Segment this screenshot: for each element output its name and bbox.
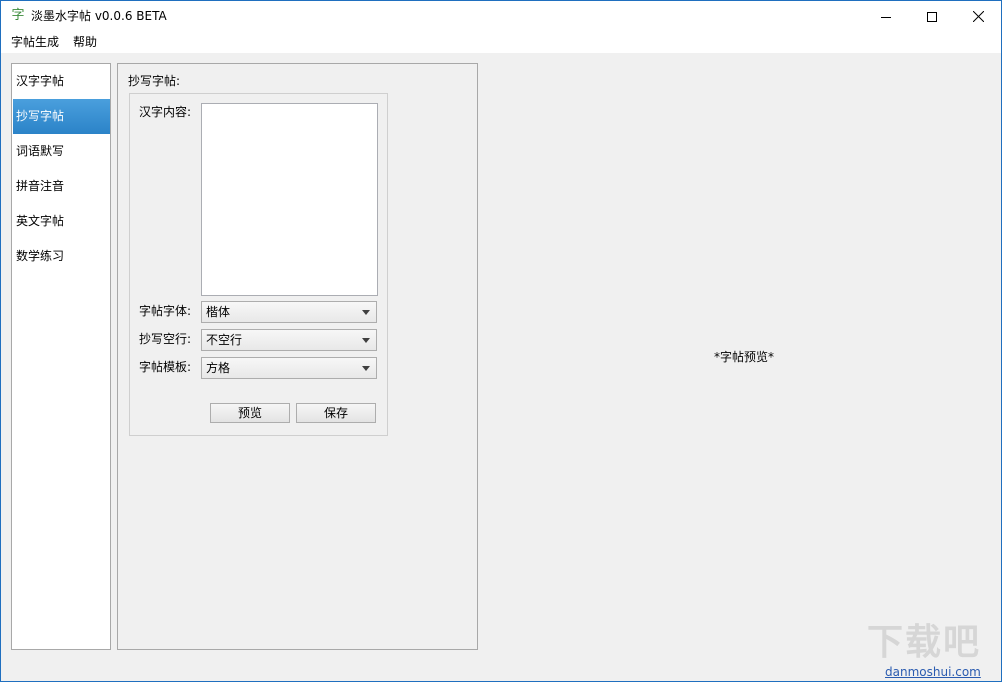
content-textarea[interactable] (201, 103, 378, 296)
chevron-down-icon (362, 310, 370, 315)
font-select[interactable]: 楷体 (201, 301, 377, 323)
sidebar-item-hanzi[interactable]: 汉字字帖 (13, 64, 110, 99)
watermark-glyphs: 下载吧 (867, 622, 982, 663)
title-bar[interactable]: 字 淡墨水字帖 v0.0.6 BETA (1, 1, 1001, 32)
panel-title: 抄写字帖: (128, 74, 181, 88)
maximize-icon (927, 11, 937, 22)
app-icon: 字 (11, 8, 25, 23)
watermark-url: danmoshui.com (885, 665, 981, 679)
blank-line-select[interactable]: 不空行 (201, 329, 377, 351)
window-title: 淡墨水字帖 v0.0.6 BETA (31, 9, 167, 23)
maximize-button[interactable] (909, 1, 955, 32)
save-button[interactable]: 保存 (296, 403, 376, 423)
blank-line-label: 抄写空行: (139, 332, 192, 346)
watermark-logo: 下载吧 danmoshui.com (863, 623, 1001, 681)
template-select-value: 方格 (206, 361, 231, 375)
sidebar-item-pinyin[interactable]: 拼音注音 (13, 169, 110, 204)
sidebar-item-math[interactable]: 数学练习 (13, 239, 110, 274)
minimize-button[interactable] (863, 1, 909, 32)
menu-bar: 字帖生成 帮助 (1, 32, 1001, 53)
chevron-down-icon (362, 338, 370, 343)
sidebar-item-dictation[interactable]: 词语默写 (13, 134, 110, 169)
menu-help[interactable]: 帮助 (73, 35, 97, 50)
app-window: 字 淡墨水字帖 v0.0.6 BETA 字帖生成 帮助 汉字字帖 抄写字帖 词语… (0, 0, 1002, 682)
template-label: 字帖模板: (139, 360, 192, 374)
menu-generate[interactable]: 字帖生成 (11, 35, 59, 50)
settings-panel: 抄写字帖: 汉字内容: 字帖字体: 楷体 抄写空行: 不空行 字帖模板: 方格 … (117, 63, 478, 650)
preview-button[interactable]: 预览 (210, 403, 290, 423)
preview-placeholder: *字帖预览* (714, 350, 775, 364)
content-label: 汉字内容: (139, 105, 192, 119)
minimize-icon (881, 16, 891, 18)
sidebar: 汉字字帖 抄写字帖 词语默写 拼音注音 英文字帖 数学练习 (11, 63, 111, 650)
font-select-value: 楷体 (206, 305, 231, 319)
template-select[interactable]: 方格 (201, 357, 377, 379)
font-label: 字帖字体: (139, 304, 192, 318)
settings-group: 汉字内容: 字帖字体: 楷体 抄写空行: 不空行 字帖模板: 方格 预览 保存 (129, 93, 388, 436)
blank-line-select-value: 不空行 (206, 333, 243, 347)
sidebar-item-english[interactable]: 英文字帖 (13, 204, 110, 239)
sidebar-item-copy[interactable]: 抄写字帖 (13, 99, 110, 134)
chevron-down-icon (362, 366, 370, 371)
close-button[interactable] (955, 1, 1001, 32)
close-icon (972, 11, 984, 22)
